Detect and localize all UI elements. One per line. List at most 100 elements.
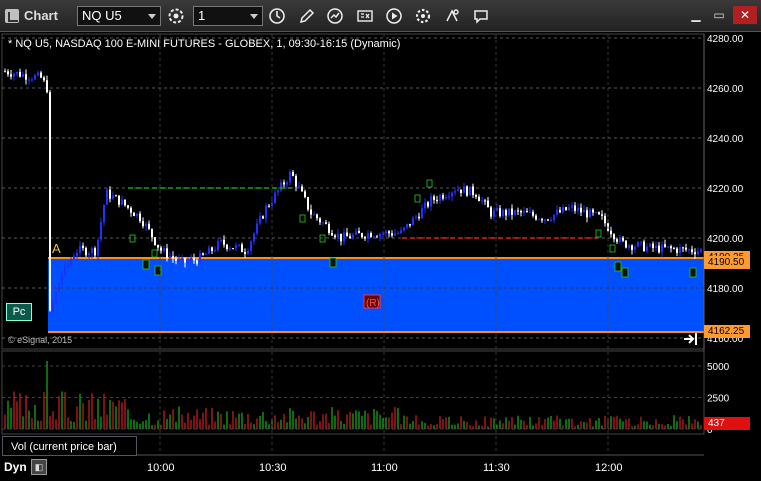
candle-body xyxy=(700,249,702,252)
symbol-value: NQ U5 xyxy=(82,8,122,23)
candle-body xyxy=(187,260,189,263)
count-marker xyxy=(595,229,602,238)
volume-histogram xyxy=(4,360,702,429)
copyright-text: © eSignal, 2015 xyxy=(8,335,73,345)
candle-body xyxy=(91,248,93,254)
candle-body xyxy=(64,264,66,275)
candle-body xyxy=(466,186,468,196)
candle-body xyxy=(97,239,99,256)
candle-body xyxy=(406,223,408,228)
price-tick-label: 4200.00 xyxy=(707,234,744,245)
pc-button[interactable]: Pc xyxy=(6,303,32,321)
candle-body xyxy=(508,208,510,216)
candle-body xyxy=(604,215,606,224)
play-icon[interactable] xyxy=(385,7,403,25)
box-label: (R) xyxy=(366,298,380,309)
candle-body xyxy=(52,302,54,311)
chart-canvas[interactable]: (R) A 4280.00 4260.00 4240.00 4220.00 4200.00… xyxy=(0,32,761,481)
candle-body xyxy=(106,189,108,205)
title-bar: Chart NQ U5 1 ▁ ▭ ✕ xyxy=(0,0,761,32)
signal-box xyxy=(614,261,622,272)
candle-body xyxy=(394,233,396,236)
candle-body xyxy=(139,213,141,222)
candle-body xyxy=(121,199,123,205)
candle-body xyxy=(460,189,462,193)
candle-body xyxy=(673,248,675,250)
candle-body xyxy=(412,217,414,226)
candle-body xyxy=(169,256,171,259)
candle-body xyxy=(367,233,369,239)
time-tick-label: 12:00 xyxy=(595,462,623,474)
symbol-dropdown[interactable]: NQ U5 xyxy=(77,6,161,26)
candle-body xyxy=(535,215,537,220)
candle-body xyxy=(79,245,81,253)
time-axis: 10:00 10:30 11:00 11:30 12:00 xyxy=(147,34,623,474)
candle-body xyxy=(628,245,630,248)
minimize-button[interactable]: ▁ xyxy=(686,6,706,24)
price-tick-label: 4260.00 xyxy=(707,84,744,95)
candle-body xyxy=(493,210,495,217)
candle-body xyxy=(220,239,222,242)
candle-body xyxy=(244,252,246,254)
candle-body xyxy=(370,233,372,238)
formula-icon[interactable] xyxy=(356,7,374,25)
candle-body xyxy=(310,209,312,215)
volume-tick-label: 5000 xyxy=(707,362,730,373)
candle-body xyxy=(652,243,654,249)
study-icon[interactable] xyxy=(326,7,344,25)
candle-body xyxy=(565,207,567,211)
candle-body xyxy=(403,227,405,231)
signal-box xyxy=(329,257,337,268)
candle-body xyxy=(181,257,183,259)
candle-body xyxy=(457,189,459,192)
candle-body xyxy=(697,251,699,255)
candle-body xyxy=(241,244,243,253)
maximize-button[interactable]: ▭ xyxy=(709,6,729,24)
candle-body xyxy=(136,213,138,217)
candle-body xyxy=(175,258,177,261)
candle-body xyxy=(145,223,147,227)
cursor-tool-icon[interactable] xyxy=(443,7,461,25)
candle-body xyxy=(373,236,375,238)
candle-body xyxy=(256,223,258,234)
comment-icon[interactable] xyxy=(472,7,490,25)
candle-body xyxy=(67,263,69,265)
candle-body xyxy=(511,208,513,215)
candle-body xyxy=(226,244,228,249)
candle-body xyxy=(424,202,426,209)
candle-body xyxy=(334,235,336,238)
candle-body xyxy=(61,274,63,284)
candle-body xyxy=(679,247,681,253)
candle-body xyxy=(292,171,294,176)
price-tick-label: 4180.00 xyxy=(707,284,744,295)
candle-body xyxy=(319,218,321,223)
candle-body xyxy=(343,232,345,242)
candle-body xyxy=(667,246,669,248)
signal-box xyxy=(142,259,150,270)
candle-body xyxy=(643,241,645,252)
interval-settings-gear-icon[interactable] xyxy=(167,7,185,25)
scroll-to-end-icon[interactable] xyxy=(684,333,697,345)
settings-gear-icon[interactable] xyxy=(414,7,432,25)
candle-body xyxy=(436,199,438,201)
candle-body xyxy=(391,233,393,236)
candle-body xyxy=(331,232,333,236)
candle-body xyxy=(316,214,318,219)
lock-icon[interactable]: ◧ xyxy=(31,459,47,475)
count-marker xyxy=(299,214,306,223)
candle-body xyxy=(418,216,420,219)
interval-dropdown[interactable]: 1 xyxy=(193,6,263,26)
close-button[interactable]: ✕ xyxy=(733,6,757,24)
candle-body xyxy=(619,237,621,242)
candle-body xyxy=(259,216,261,224)
candle-body xyxy=(400,230,402,234)
pencil-draw-icon[interactable] xyxy=(298,7,316,25)
candle-body xyxy=(178,258,180,261)
candle-body xyxy=(553,214,555,221)
candle-body xyxy=(502,210,504,217)
candle-body xyxy=(442,195,444,199)
volume-study-label[interactable]: Vol (current price bar) xyxy=(2,436,137,456)
candle-body xyxy=(568,207,570,211)
candle-body xyxy=(421,208,423,219)
clock-icon[interactable] xyxy=(268,7,286,25)
